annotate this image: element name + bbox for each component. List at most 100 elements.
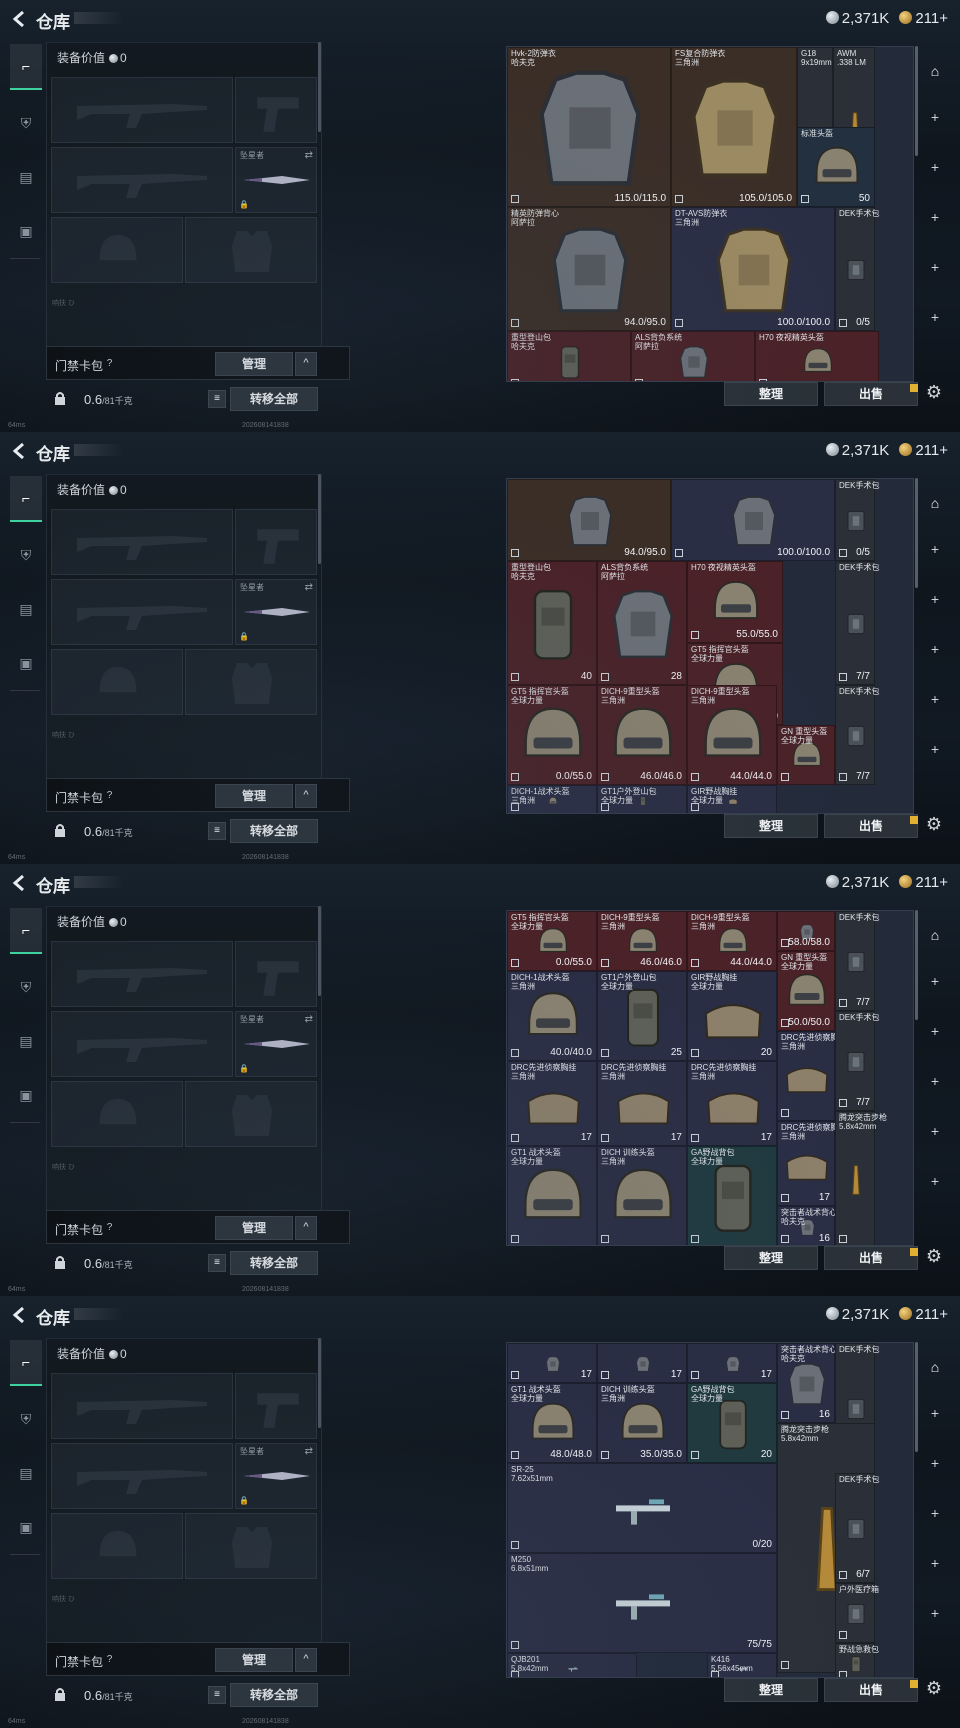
gear-icon[interactable]: ⚙ — [924, 814, 944, 834]
stash-item[interactable]: GIR野战胸挂 全球力量 20 — [687, 971, 777, 1061]
melee-slot[interactable]: 坠星者 ⇄ 🔒 — [235, 1443, 317, 1509]
add-tab-icon[interactable]: + — [924, 156, 946, 178]
stash-item[interactable]: 户外医疗箱 — [835, 1583, 879, 1643]
stash-item[interactable]: 17 — [687, 1343, 777, 1383]
add-tab-icon[interactable]: + — [924, 256, 946, 278]
primary-weapon-slot[interactable] — [51, 1373, 233, 1439]
melee-slot[interactable]: 坠星者 ⇄ 🔒 — [235, 579, 317, 645]
tab-armor[interactable]: ⛨ — [10, 1396, 42, 1442]
tab-cases[interactable]: ▣ — [10, 208, 42, 254]
add-tab-icon[interactable]: + — [924, 1120, 946, 1142]
help-icon[interactable]: ? — [103, 357, 116, 370]
back-arrow-icon[interactable] — [10, 441, 30, 461]
sort-button[interactable]: 整理 — [724, 382, 818, 406]
pistol-slot[interactable] — [235, 941, 317, 1007]
add-tab-icon[interactable]: + — [924, 538, 946, 560]
pistol-slot[interactable] — [235, 1373, 317, 1439]
stash-item[interactable]: 标准头盔 50 — [797, 127, 875, 207]
stash-item[interactable]: DICH-9重型头盔 三角洲 44.0/44.0 — [687, 685, 777, 785]
stash-item[interactable]: GN 重型头盔 全球力量 50.0/50.0 — [777, 951, 835, 1031]
add-tab-icon[interactable]: + — [924, 1170, 946, 1192]
tab-cases[interactable]: ▣ — [10, 640, 42, 686]
stash-item[interactable]: DRC先进侦察胸挂 三角洲 17 — [687, 1061, 777, 1146]
help-icon[interactable]: ? — [103, 1653, 116, 1666]
melee-slot[interactable]: 坠星者 ⇄ 🔒 — [235, 147, 317, 213]
primary-weapon-slot[interactable] — [51, 77, 233, 143]
gear-icon[interactable]: ⚙ — [924, 382, 944, 402]
chevron-up-icon[interactable]: ^ — [295, 784, 317, 808]
swap-icon[interactable]: ⇄ — [305, 1014, 313, 1025]
tab-weapons[interactable]: ⌐ — [10, 44, 42, 90]
add-tab-icon[interactable]: + — [924, 1452, 946, 1474]
manage-button[interactable]: 管理 — [215, 1648, 293, 1672]
stash-item[interactable]: DEK手术包 7/7 — [835, 911, 879, 1011]
stash-item[interactable]: M250 6.8x51mm 75/75 — [507, 1553, 777, 1653]
add-tab-icon[interactable]: + — [924, 206, 946, 228]
stash-item[interactable]: 重型登山包 哈夫克 — [507, 331, 631, 381]
stash-item[interactable]: DRC先进侦察胸挂 三角洲 17 — [507, 1061, 597, 1146]
stash-item[interactable]: GT1 战术头盔 全球力量 — [507, 1146, 597, 1245]
stash-item[interactable]: 重型登山包 哈夫克 40 — [507, 561, 597, 685]
gold-balance[interactable]: 211+ — [899, 874, 948, 891]
transfer-all-button[interactable]: 转移全部 — [230, 819, 318, 843]
stash-item[interactable]: FS复合防弹衣 三角洲 105.0/105.0 — [671, 47, 797, 207]
tab-weapons[interactable]: ⌐ — [10, 908, 42, 954]
stash-item[interactable]: DICH-9重型头盔 三角洲 46.0/46.0 — [597, 911, 687, 971]
armor-slot[interactable] — [185, 1513, 317, 1579]
stash-item[interactable]: 17 — [507, 1343, 597, 1383]
stash-item[interactable]: GA野战背包 全球力量 20 — [687, 1383, 777, 1463]
stash-item[interactable]: DEK手术包 7/7 — [835, 685, 879, 785]
stash-item[interactable]: GT5 指挥官头盔 全球力量 0.0/55.0 — [507, 911, 597, 971]
swap-icon[interactable]: ⇄ — [305, 150, 313, 161]
stash-item[interactable]: DRC先进侦察胸挂 三角洲 — [777, 1031, 846, 1121]
stash-item[interactable]: DEK手术包 7/7 — [835, 1011, 879, 1111]
equipment-scrollbar[interactable] — [318, 474, 321, 564]
stash-tab-icon[interactable]: ⌂ — [924, 492, 946, 514]
stash-item[interactable]: DICH-9重型头盔 三角洲 44.0/44.0 — [687, 911, 777, 971]
helmet-slot[interactable] — [51, 649, 183, 715]
stash-item[interactable]: 腾龙突击步枪 5.8x42mm — [835, 1111, 887, 1245]
list-icon[interactable]: ≡ — [208, 1254, 226, 1272]
stash-tab-icon[interactable]: ⌂ — [924, 60, 946, 82]
helmet-slot[interactable] — [51, 1081, 183, 1147]
tab-documents[interactable]: ▤ — [10, 1018, 42, 1064]
stash-item[interactable]: H70 夜视精英头盔 — [755, 331, 879, 381]
transfer-all-button[interactable]: 转移全部 — [230, 387, 318, 411]
list-icon[interactable]: ≡ — [208, 1686, 226, 1704]
gold-balance[interactable]: 211+ — [899, 10, 948, 27]
gold-balance[interactable]: 211+ — [899, 442, 948, 459]
tab-weapons[interactable]: ⌐ — [10, 1340, 42, 1386]
stash-item[interactable]: DT-AVS防弹衣 三角洲 100.0/100.0 — [671, 207, 835, 331]
add-tab-icon[interactable]: + — [924, 1020, 946, 1042]
back-arrow-icon[interactable] — [10, 1305, 30, 1325]
add-tab-icon[interactable]: + — [924, 1502, 946, 1524]
help-icon[interactable]: ? — [103, 1221, 116, 1234]
back-arrow-icon[interactable] — [10, 873, 30, 893]
sort-button[interactable]: 整理 — [724, 814, 818, 838]
stash-item[interactable]: 突击者战术背心 哈夫克 16 — [777, 1206, 837, 1245]
stash-item[interactable]: K416 5.56x45mm — [707, 1653, 777, 1677]
add-tab-icon[interactable]: + — [924, 588, 946, 610]
list-icon[interactable]: ≡ — [208, 822, 226, 840]
armor-slot[interactable] — [185, 649, 317, 715]
stash-item[interactable]: DICH-1战术头盔 三角洲 40.0/40.0 — [507, 971, 597, 1061]
gear-icon[interactable]: ⚙ — [924, 1678, 944, 1698]
add-tab-icon[interactable]: + — [924, 738, 946, 760]
melee-slot[interactable]: 坠星者 ⇄ 🔒 — [235, 1011, 317, 1077]
stash-item[interactable]: QJB201 5.8x42mm — [507, 1653, 637, 1677]
stash-item[interactable]: DRC先进侦察胸挂 三角洲 17 — [597, 1061, 687, 1146]
list-icon[interactable]: ≡ — [208, 390, 226, 408]
secondary-weapon-slot[interactable] — [51, 579, 233, 645]
sell-button[interactable]: 出售 — [824, 382, 918, 406]
tab-armor[interactable]: ⛨ — [10, 532, 42, 578]
stash-item[interactable]: DICH 训练头盔 三角洲 35.0/35.0 — [597, 1383, 687, 1463]
sort-button[interactable]: 整理 — [724, 1678, 818, 1702]
stash-item[interactable]: GT1户外登山包 全球力量 25 — [597, 971, 687, 1061]
tab-documents[interactable]: ▤ — [10, 154, 42, 200]
tab-documents[interactable]: ▤ — [10, 1450, 42, 1496]
stash-tab-icon[interactable]: ⌂ — [924, 924, 946, 946]
pistol-slot[interactable] — [235, 77, 317, 143]
swap-icon[interactable]: ⇄ — [305, 582, 313, 593]
add-tab-icon[interactable]: + — [924, 688, 946, 710]
equipment-scrollbar[interactable] — [318, 906, 321, 996]
